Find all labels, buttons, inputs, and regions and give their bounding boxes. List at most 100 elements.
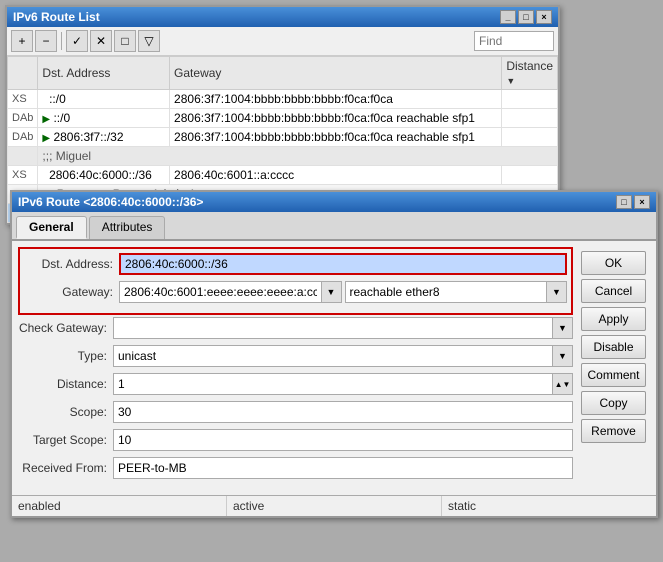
row-type: XS	[8, 90, 38, 109]
row-distance	[502, 90, 558, 109]
received-from-input[interactable]	[113, 457, 573, 479]
side-buttons-panel: OK Cancel Apply Disable Comment Copy Rem…	[577, 247, 650, 485]
gateway-dropdown-btn[interactable]: ▼	[322, 281, 342, 303]
enable-button[interactable]: ✓	[66, 30, 88, 52]
received-from-row: Received From:	[18, 457, 573, 479]
status-static: static	[442, 496, 656, 516]
comment-button-2[interactable]: Comment	[581, 363, 646, 387]
dst-address-row: Dst. Address:	[24, 253, 567, 275]
disable-button[interactable]: ✕	[90, 30, 112, 52]
row-gateway: 2806:3f7:1004:bbbb:bbbb:bbbb:f0ca:f0ca r…	[170, 128, 502, 147]
distance-stepper-btn[interactable]: ▲▼	[553, 373, 573, 395]
reachable-dropdown-btn[interactable]: ▼	[547, 281, 567, 303]
type-dropdown-btn[interactable]: ▼	[553, 345, 573, 367]
remove-button-2[interactable]: Remove	[581, 419, 646, 443]
remove-button[interactable]: −	[35, 30, 57, 52]
row-distance	[502, 109, 558, 128]
row-dst: 2806:40c:6000::/36	[38, 166, 170, 185]
separator-1	[61, 32, 62, 50]
check-gateway-input[interactable]	[113, 317, 553, 339]
bottom-title: IPv6 Route <2806:40c:6000::/36>	[18, 195, 203, 209]
row-type	[8, 147, 38, 166]
row-dst: ▶ 2806:3f7::/32	[38, 128, 170, 147]
gateway-input-group: ▼ ▼	[119, 281, 567, 303]
tab-general[interactable]: General	[16, 216, 87, 239]
bottom-titlebar: IPv6 Route <2806:40c:6000::/36> □ ×	[12, 192, 656, 212]
table-row[interactable]: DAb ▶ 2806:3f7::/32 2806:3f7:1004:bbbb:b…	[8, 128, 558, 147]
check-gateway-wrapper: ▼	[113, 317, 573, 339]
minimize-button-2[interactable]: □	[616, 195, 632, 209]
type-row: Type: ▼	[18, 345, 573, 367]
bottom-titlebar-buttons: □ ×	[616, 195, 650, 209]
check-gateway-row: Check Gateway: ▼	[18, 317, 573, 339]
col-distance[interactable]: Distance	[502, 57, 558, 90]
apply-button[interactable]: Apply	[581, 307, 646, 331]
target-scope-row: Target Scope:	[18, 429, 573, 451]
status-bar: enabled active static	[12, 495, 656, 516]
table-row[interactable]: DAb ▶ ::/0 2806:3f7:1004:bbbb:bbbb:bbbb:…	[8, 109, 558, 128]
scope-input[interactable]	[113, 401, 573, 423]
check-gateway-dropdown-btn[interactable]: ▼	[553, 317, 573, 339]
tabs-bar: General Attributes	[12, 212, 656, 241]
close-button-2[interactable]: ×	[634, 195, 650, 209]
col-dst[interactable]: Dst. Address	[38, 57, 170, 90]
close-button[interactable]: ×	[536, 10, 552, 24]
type-label: Type:	[18, 349, 113, 363]
gateway-label: Gateway:	[24, 285, 119, 299]
dst-address-input[interactable]	[119, 253, 567, 275]
filter-button[interactable]: ▽	[138, 30, 160, 52]
reachable-input-wrapper: ▼	[345, 281, 568, 303]
row-type: DAb	[8, 128, 38, 147]
group-label: ;;; Miguel	[38, 147, 558, 166]
group-row-miguel: ;;; Miguel	[8, 147, 558, 166]
row-dst: ▶ ::/0	[38, 109, 170, 128]
distance-row: Distance: ▲▼	[18, 373, 573, 395]
top-titlebar: IPv6 Route List _ □ ×	[7, 7, 558, 27]
row-type: XS	[8, 166, 38, 185]
copy-button[interactable]: Copy	[581, 391, 646, 415]
row-dst: ::/0	[38, 90, 170, 109]
highlight-box: Dst. Address: Gateway: ▼ ▼	[18, 247, 573, 315]
row-gateway: 2806:3f7:1004:bbbb:bbbb:bbbb:f0ca:f0ca r…	[170, 109, 502, 128]
type-input[interactable]	[113, 345, 553, 367]
row-gateway: 2806:40c:6001::a:cccc	[170, 166, 502, 185]
comment-button[interactable]: □	[114, 30, 136, 52]
status-active: active	[227, 496, 442, 516]
dst-address-label: Dst. Address:	[24, 257, 119, 271]
row-type: DAb	[8, 109, 38, 128]
scope-row: Scope:	[18, 401, 573, 423]
cancel-button[interactable]: Cancel	[581, 279, 646, 303]
row-gateway: 2806:3f7:1004:bbbb:bbbb:bbbb:f0ca:f0ca	[170, 90, 502, 109]
gateway-input-wrapper: ▼	[119, 281, 342, 303]
top-title: IPv6 Route List	[13, 10, 100, 24]
row-distance	[502, 128, 558, 147]
top-titlebar-buttons: _ □ ×	[500, 10, 552, 24]
ipv6-route-detail-window: IPv6 Route <2806:40c:6000::/36> □ × Gene…	[10, 190, 658, 518]
gateway-input[interactable]	[119, 281, 322, 303]
maximize-button[interactable]: □	[518, 10, 534, 24]
search-input[interactable]	[474, 31, 554, 51]
status-enabled: enabled	[12, 496, 227, 516]
route-list-toolbar: + − ✓ ✕ □ ▽	[7, 27, 558, 56]
distance-input[interactable]	[113, 373, 553, 395]
row-distance	[502, 166, 558, 185]
target-scope-label: Target Scope:	[18, 433, 113, 447]
received-from-label: Received From:	[18, 461, 113, 475]
scope-label: Scope:	[18, 405, 113, 419]
distance-label: Distance:	[18, 377, 113, 391]
reachable-input[interactable]	[345, 281, 548, 303]
distance-wrapper: ▲▼	[113, 373, 573, 395]
target-scope-input[interactable]	[113, 429, 573, 451]
tab-attributes[interactable]: Attributes	[89, 216, 166, 239]
col-gateway[interactable]: Gateway	[170, 57, 502, 90]
table-row[interactable]: XS ::/0 2806:3f7:1004:bbbb:bbbb:bbbb:f0c…	[8, 90, 558, 109]
form-fields: Dst. Address: Gateway: ▼ ▼	[18, 247, 577, 485]
ok-button[interactable]: OK	[581, 251, 646, 275]
table-row[interactable]: XS 2806:40c:6000::/36 2806:40c:6001::a:c…	[8, 166, 558, 185]
form-area: Dst. Address: Gateway: ▼ ▼	[12, 241, 656, 491]
disable-button-2[interactable]: Disable	[581, 335, 646, 359]
type-wrapper: ▼	[113, 345, 573, 367]
minimize-button[interactable]: _	[500, 10, 516, 24]
add-button[interactable]: +	[11, 30, 33, 52]
col-type	[8, 57, 38, 90]
